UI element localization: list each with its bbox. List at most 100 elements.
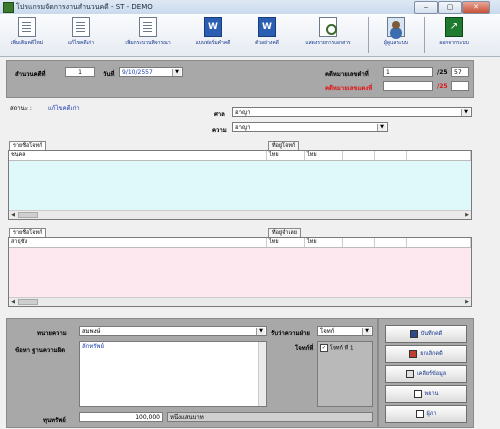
accepted-by-select[interactable]: โจทก์ ▼ xyxy=(317,326,373,336)
document-search-icon xyxy=(319,17,337,37)
scrollbar-thumb[interactable] xyxy=(18,299,38,305)
close-button[interactable]: ✕ xyxy=(462,1,490,14)
red-case-label: คดีหมายเลขแดงที่ xyxy=(325,85,373,92)
black-case-year-field[interactable]: 57 xyxy=(451,67,469,77)
column-header[interactable] xyxy=(343,238,375,247)
word-example-label: ตัวอย่างคดี xyxy=(255,40,279,46)
evidence-button[interactable]: ผู้ภา xyxy=(385,405,467,423)
minimize-button[interactable]: ‒ xyxy=(414,1,438,14)
document-list-label: แสดงรายการเอกสาร xyxy=(305,40,351,46)
case-number-field[interactable]: 1 xyxy=(65,67,95,77)
facts-label: ข้อหา ฐานความผิด xyxy=(15,347,66,354)
status-value: แก้ไขคดีเก่า xyxy=(48,105,80,112)
red-case-number-field[interactable] xyxy=(383,81,433,91)
horizontal-scrollbar[interactable]: ◀ ▶ xyxy=(9,210,471,219)
column-header[interactable] xyxy=(407,238,471,247)
edit-case-icon xyxy=(72,17,90,37)
add-proceeding-label: เพิ่มกระบวนพิจารณา xyxy=(125,40,171,46)
lawyer-value: สมพงษ์ xyxy=(82,328,101,335)
word-form-button[interactable]: W แบบฟอร์มคำคดี xyxy=(188,16,238,54)
facts-textarea[interactable]: ลักทรัพย์ xyxy=(79,341,267,407)
scroll-right-icon[interactable]: ▶ xyxy=(463,211,471,219)
chevron-down-icon[interactable]: ▼ xyxy=(377,124,386,131)
defendant-grid-header: สาธุชัง ไทย ไทย xyxy=(9,238,471,248)
chevron-down-icon[interactable]: ▼ xyxy=(256,328,265,335)
case-header-panel: สำนวนคดีที่ 1 วันที่ 9/10/2557 ▼ คดีหมาย… xyxy=(6,60,474,98)
red-case-separator: /25 xyxy=(437,83,448,90)
exit-button[interactable]: ↗ ออกจากระบบ xyxy=(430,16,478,54)
cancel-icon xyxy=(409,349,418,358)
word-example-icon: W xyxy=(258,17,276,37)
clear-data-button[interactable]: เคลียร์ข้อมูล xyxy=(385,365,467,383)
clear-data-label: เคลียร์ข้อมูล xyxy=(416,371,447,377)
column-header[interactable]: ไทย xyxy=(267,151,305,160)
word-form-label: แบบฟอร์มคำคดี xyxy=(195,40,231,46)
cancel-case-label: ยกเลิกคดี xyxy=(420,351,443,357)
word-example-button[interactable]: W ตัวอย่างคดี xyxy=(242,16,292,54)
witness-label: พยาน xyxy=(424,391,439,397)
vertical-scrollbar[interactable] xyxy=(258,342,266,406)
document-list-button[interactable]: แสดงรายการเอกสาร xyxy=(296,16,360,54)
date-value: 9/10/2557 xyxy=(122,69,153,76)
exit-label: ออกจากระบบ xyxy=(439,40,469,46)
column-header[interactable]: ชนคล xyxy=(9,151,267,160)
red-case-year-field[interactable] xyxy=(451,81,469,91)
maximize-button[interactable]: ▢ xyxy=(438,1,462,14)
date-picker[interactable]: 9/10/2557 ▼ xyxy=(119,67,183,77)
column-header[interactable] xyxy=(375,151,407,160)
exit-icon: ↗ xyxy=(445,17,463,37)
chevron-down-icon[interactable]: ▼ xyxy=(172,69,181,76)
column-header[interactable]: ไทย xyxy=(305,151,343,160)
plaintiff-grid[interactable]: ชนคล ไทย ไทย ◀ ▶ xyxy=(8,150,472,220)
amount-field[interactable]: 100,000 xyxy=(79,412,163,422)
column-header[interactable] xyxy=(375,238,407,247)
court-select[interactable]: อาญา ▼ xyxy=(232,107,472,117)
plaintiff-grid-header: ชนคล ไทย ไทย xyxy=(9,151,471,161)
black-case-label: คดีหมายเลขดำที่ xyxy=(325,71,369,78)
date-label: วันที่ xyxy=(103,71,115,78)
case-type-label: ความ xyxy=(212,127,227,134)
save-case-button[interactable]: บันทึกคดี xyxy=(385,325,467,343)
cancel-case-button[interactable]: ยกเลิกคดี xyxy=(385,345,467,363)
column-header[interactable] xyxy=(407,151,471,160)
add-proceeding-button[interactable]: เพิ่มกระบวนพิจารณา xyxy=(112,16,184,54)
scroll-right-icon[interactable]: ▶ xyxy=(463,298,471,306)
plaintiff-checklist[interactable]: ✓ โจทก์ ที่ 1 xyxy=(317,341,373,407)
case-type-select[interactable]: อาญา ▼ xyxy=(232,122,388,132)
edit-case-button[interactable]: แก้ไขคดีเก่า xyxy=(56,16,106,54)
action-panel: บันทึกคดี ยกเลิกคดี เคลียร์ข้อมูล พยาน ผ… xyxy=(378,318,474,428)
chevron-down-icon[interactable]: ▼ xyxy=(362,328,371,335)
column-header[interactable]: สาธุชัง xyxy=(9,238,267,247)
column-header[interactable]: ไทย xyxy=(305,238,343,247)
new-case-button[interactable]: เพิ่มเติมคดีใหม่ xyxy=(2,16,52,54)
scrollbar-thumb[interactable] xyxy=(18,212,38,218)
admin-button[interactable]: ผู้ดูแลระบบ xyxy=(372,16,420,54)
horizontal-scrollbar[interactable]: ◀ ▶ xyxy=(9,297,471,306)
case-type-value: อาญา xyxy=(235,124,251,131)
lawyer-select[interactable]: สมพงษ์ ▼ xyxy=(79,326,267,336)
checkbox-checked-icon[interactable]: ✓ xyxy=(320,344,328,352)
admin-label: ผู้ดูแลระบบ xyxy=(383,40,409,46)
plaintiff-check-item[interactable]: ✓ โจทก์ ที่ 1 xyxy=(320,344,354,353)
evidence-label: ผู้ภา xyxy=(426,411,437,417)
main-toolbar: เพิ่มเติมคดีใหม่ แก้ไขคดีเก่า เพิ่มกระบว… xyxy=(0,14,500,57)
witness-button[interactable]: พยาน xyxy=(385,385,467,403)
column-header[interactable] xyxy=(343,151,375,160)
defendant-grid[interactable]: สาธุชัง ไทย ไทย ◀ ▶ xyxy=(8,237,472,307)
lawyer-label: ทนายความ xyxy=(37,330,67,337)
plaintiff-no-label: โจทก์ที่ xyxy=(295,345,314,352)
new-case-icon xyxy=(18,17,36,37)
scroll-left-icon[interactable]: ◀ xyxy=(9,211,17,219)
evidence-icon xyxy=(415,409,424,418)
case-detail-panel: ทนายความ สมพงษ์ ▼ รับว่าความฝ่าย โจทก์ ▼… xyxy=(6,318,378,428)
court-value: อาญา xyxy=(235,109,251,116)
scroll-left-icon[interactable]: ◀ xyxy=(9,298,17,306)
save-case-label: บันทึกคดี xyxy=(420,331,443,337)
status-label: สถานะ : xyxy=(10,105,32,112)
chevron-down-icon[interactable]: ▼ xyxy=(461,109,470,116)
column-header[interactable]: ไทย xyxy=(267,238,305,247)
admin-users-icon xyxy=(387,17,405,37)
edit-case-label: แก้ไขคดีเก่า xyxy=(67,40,95,46)
black-case-number-field[interactable]: 1 xyxy=(383,67,433,77)
word-form-icon: W xyxy=(204,17,222,37)
